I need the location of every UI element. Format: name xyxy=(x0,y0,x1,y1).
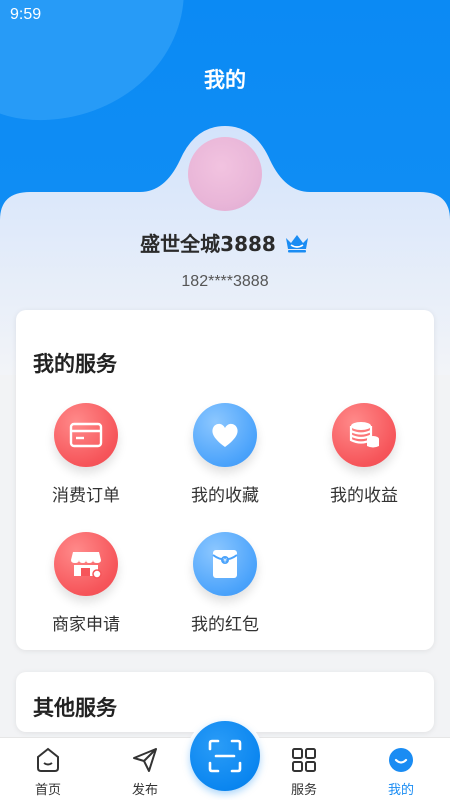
red-envelope-icon: ¥ xyxy=(212,550,238,578)
send-icon xyxy=(133,748,157,772)
page-title: 我的 xyxy=(204,68,246,92)
service-my-favorites[interactable]: 我的收藏 xyxy=(155,403,295,506)
grid-icon xyxy=(292,748,316,772)
my-services-title: 我的服务 xyxy=(33,352,117,376)
status-time: 9:59 xyxy=(10,6,42,23)
service-consumer-orders[interactable]: 消费订单 xyxy=(16,403,156,506)
service-label: 我的收藏 xyxy=(191,486,259,506)
crown-icon xyxy=(285,234,308,252)
nav-label: 首页 xyxy=(34,783,61,798)
svg-text:¥: ¥ xyxy=(223,558,227,565)
user-name-row: 盛世全城3888 xyxy=(0,228,450,257)
nav-home[interactable]: 首页 xyxy=(13,746,83,798)
nav-label: 发布 xyxy=(131,783,158,798)
scan-icon xyxy=(208,739,242,773)
coins-icon xyxy=(349,422,379,448)
service-my-red-envelope[interactable]: ¥ 我的红包 xyxy=(155,532,295,635)
nav-publish[interactable]: 发布 xyxy=(110,746,180,798)
nav-mine[interactable]: 我的 xyxy=(366,746,436,798)
user-phone: 182****3888 xyxy=(181,273,269,290)
service-label: 商家申请 xyxy=(52,615,120,635)
user-name: 盛世全城3888 xyxy=(140,232,276,256)
nav-services[interactable]: 服务 xyxy=(269,746,339,798)
service-my-earnings[interactable]: 我的收益 xyxy=(294,403,434,506)
my-services-card: 我的服务 消费订单 我的收藏 我的收益 商家申请 ¥ 我的红包 xyxy=(16,310,434,650)
avatar[interactable] xyxy=(188,137,262,211)
shop-icon xyxy=(71,552,102,579)
nav-label: 我的 xyxy=(387,783,414,798)
service-merchant-application[interactable]: 商家申请 xyxy=(16,532,156,635)
heart-icon xyxy=(212,423,238,447)
profile-smile-icon xyxy=(389,748,413,772)
service-label: 我的红包 xyxy=(191,615,259,635)
service-label: 我的收益 xyxy=(330,486,398,506)
card-icon xyxy=(69,422,103,448)
service-label: 消费订单 xyxy=(52,486,120,506)
scan-button-wrapper xyxy=(186,717,264,795)
nav-label: 服务 xyxy=(290,783,317,798)
scan-button[interactable] xyxy=(190,721,260,791)
home-icon xyxy=(37,747,59,772)
other-services-title: 其他服务 xyxy=(33,696,117,720)
